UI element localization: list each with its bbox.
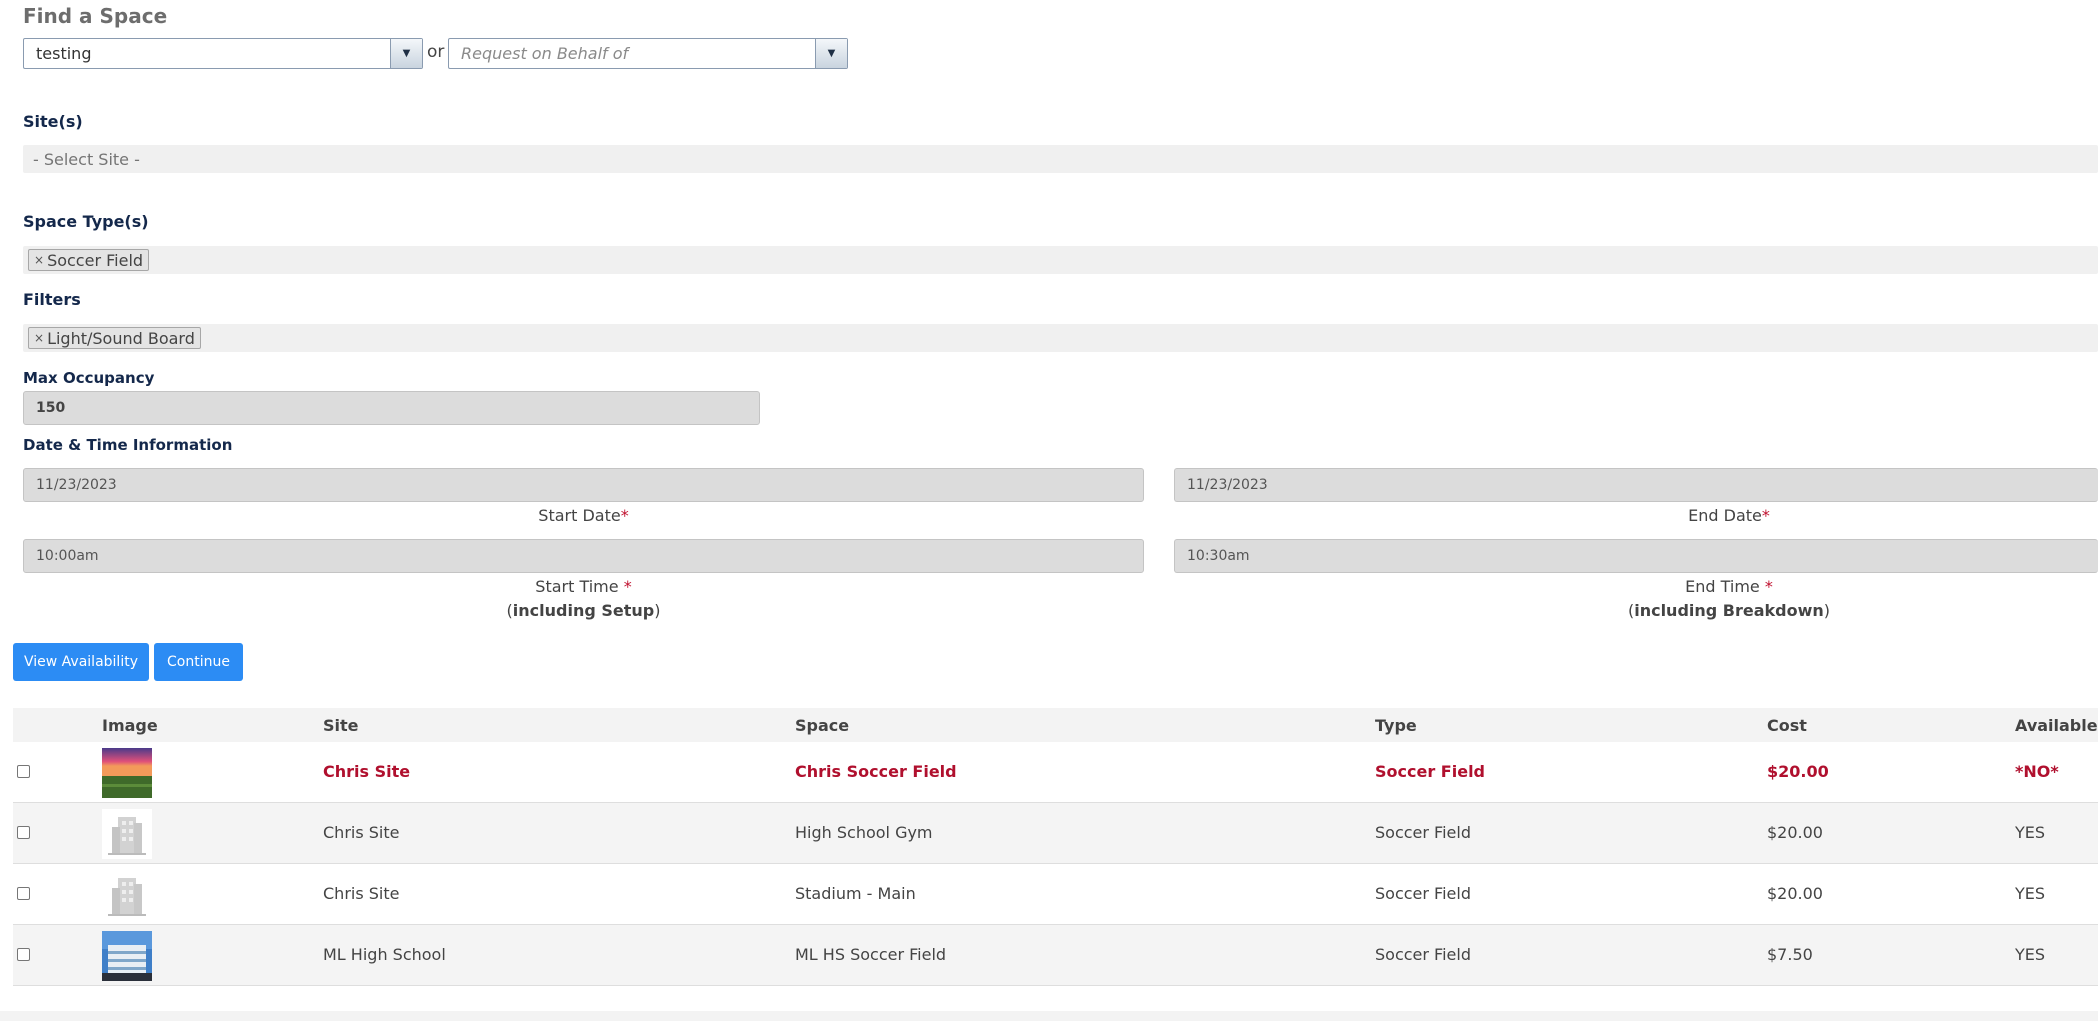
filter-chip[interactable]: × Light/Sound Board	[28, 327, 201, 349]
header-site: Site	[323, 716, 359, 735]
cell-space: Chris Soccer Field	[795, 762, 957, 781]
chip-label: Light/Sound Board	[47, 328, 195, 348]
required-mark: *	[623, 577, 632, 596]
cell-cost: $20.00	[1767, 823, 1823, 842]
view-availability-button[interactable]: View Availability	[13, 643, 149, 681]
building-placeholder-icon[interactable]	[102, 870, 152, 920]
cell-cost: $20.00	[1767, 884, 1823, 903]
footer-bar	[0, 1011, 2098, 1021]
row-checkbox[interactable]	[17, 948, 30, 961]
required-mark: *	[1761, 506, 1770, 525]
chevron-down-icon[interactable]: ▼	[390, 39, 422, 68]
or-separator: or	[427, 42, 445, 62]
sites-label: Site(s)	[23, 112, 83, 131]
cell-type: Soccer Field	[1375, 823, 1471, 842]
sunset-field-photo[interactable]	[102, 748, 152, 798]
page-title: Find a Space	[23, 4, 168, 28]
cell-available: YES	[2015, 945, 2046, 964]
cell-cost: $7.50	[1767, 945, 1813, 964]
header-available: Available	[2015, 716, 2098, 735]
cell-space: High School Gym	[795, 823, 933, 842]
end-date-input[interactable]: 11/23/2023	[1174, 468, 2098, 502]
requester-value: testing	[36, 44, 92, 63]
school-building-photo[interactable]	[102, 931, 152, 981]
header-type: Type	[1375, 716, 1417, 735]
requester-select[interactable]: testing ▼	[23, 38, 423, 69]
table-row[interactable]: ML High School ML HS Soccer Field Soccer…	[13, 925, 2098, 986]
start-date-label: Start Date*	[538, 506, 629, 525]
chevron-down-icon[interactable]: ▼	[815, 39, 847, 68]
space-types-label: Space Type(s)	[23, 212, 149, 231]
remove-icon[interactable]: ×	[34, 253, 44, 267]
cell-site: Chris Site	[323, 823, 400, 842]
behalf-placeholder: Request on Behalf of	[461, 44, 629, 63]
sites-placeholder: - Select Site -	[33, 149, 140, 169]
header-space: Space	[795, 716, 850, 735]
table-row[interactable]: Chris Site High School Gym Soccer Field …	[13, 803, 2098, 864]
cell-site: Chris Site	[323, 762, 411, 781]
required-mark: *	[620, 506, 629, 525]
cell-available: YES	[2015, 823, 2046, 842]
cell-cost: $20.00	[1767, 762, 1829, 781]
chip-label: Soccer Field	[47, 250, 144, 270]
end-time-note: including Breakdown	[1634, 601, 1824, 620]
space-types-select[interactable]: × Soccer Field	[23, 246, 2098, 274]
cell-site: Chris Site	[323, 884, 400, 903]
behalf-select[interactable]: Request on Behalf of ▼	[448, 38, 848, 69]
space-type-chip[interactable]: × Soccer Field	[28, 249, 150, 271]
continue-button[interactable]: Continue	[154, 643, 243, 681]
filters-label: Filters	[23, 290, 81, 309]
required-mark: *	[1764, 577, 1773, 596]
cell-site: ML High School	[323, 945, 446, 964]
end-time-label: End Time * (including Breakdown)	[1627, 577, 1831, 620]
start-time-input[interactable]: 10:00am	[23, 539, 1144, 573]
remove-icon[interactable]: ×	[34, 331, 44, 345]
header-image: Image	[102, 716, 158, 735]
building-placeholder-icon[interactable]	[102, 809, 152, 859]
cell-available: *NO*	[2015, 762, 2059, 781]
max-occupancy-label: Max Occupancy	[23, 369, 155, 387]
results-table: Image Site Space Type Cost Available Chr…	[13, 708, 2098, 986]
header-cost: Cost	[1767, 716, 1807, 735]
start-time-label: Start Time * (including Setup)	[506, 577, 661, 620]
max-occupancy-input[interactable]: 150	[23, 391, 760, 425]
table-row[interactable]: Chris Site Chris Soccer Field Soccer Fie…	[13, 742, 2098, 803]
table-header: Image Site Space Type Cost Available	[13, 708, 2098, 742]
end-date-label: End Date*	[1688, 506, 1770, 525]
cell-type: Soccer Field	[1375, 884, 1471, 903]
row-checkbox[interactable]	[17, 765, 30, 778]
datetime-label: Date & Time Information	[23, 436, 233, 454]
row-checkbox[interactable]	[17, 887, 30, 900]
start-time-note: including Setup	[512, 601, 655, 620]
cell-available: YES	[2015, 884, 2046, 903]
sites-select[interactable]: - Select Site -	[23, 145, 2098, 173]
filters-select[interactable]: × Light/Sound Board	[23, 324, 2098, 352]
start-date-input[interactable]: 11/23/2023	[23, 468, 1144, 502]
table-row[interactable]: Chris Site Stadium - Main Soccer Field $…	[13, 864, 2098, 925]
row-checkbox[interactable]	[17, 826, 30, 839]
cell-type: Soccer Field	[1375, 762, 1485, 781]
cell-space: ML HS Soccer Field	[795, 945, 947, 964]
cell-type: Soccer Field	[1375, 945, 1471, 964]
cell-space: Stadium - Main	[795, 884, 916, 903]
end-time-input[interactable]: 10:30am	[1174, 539, 2098, 573]
